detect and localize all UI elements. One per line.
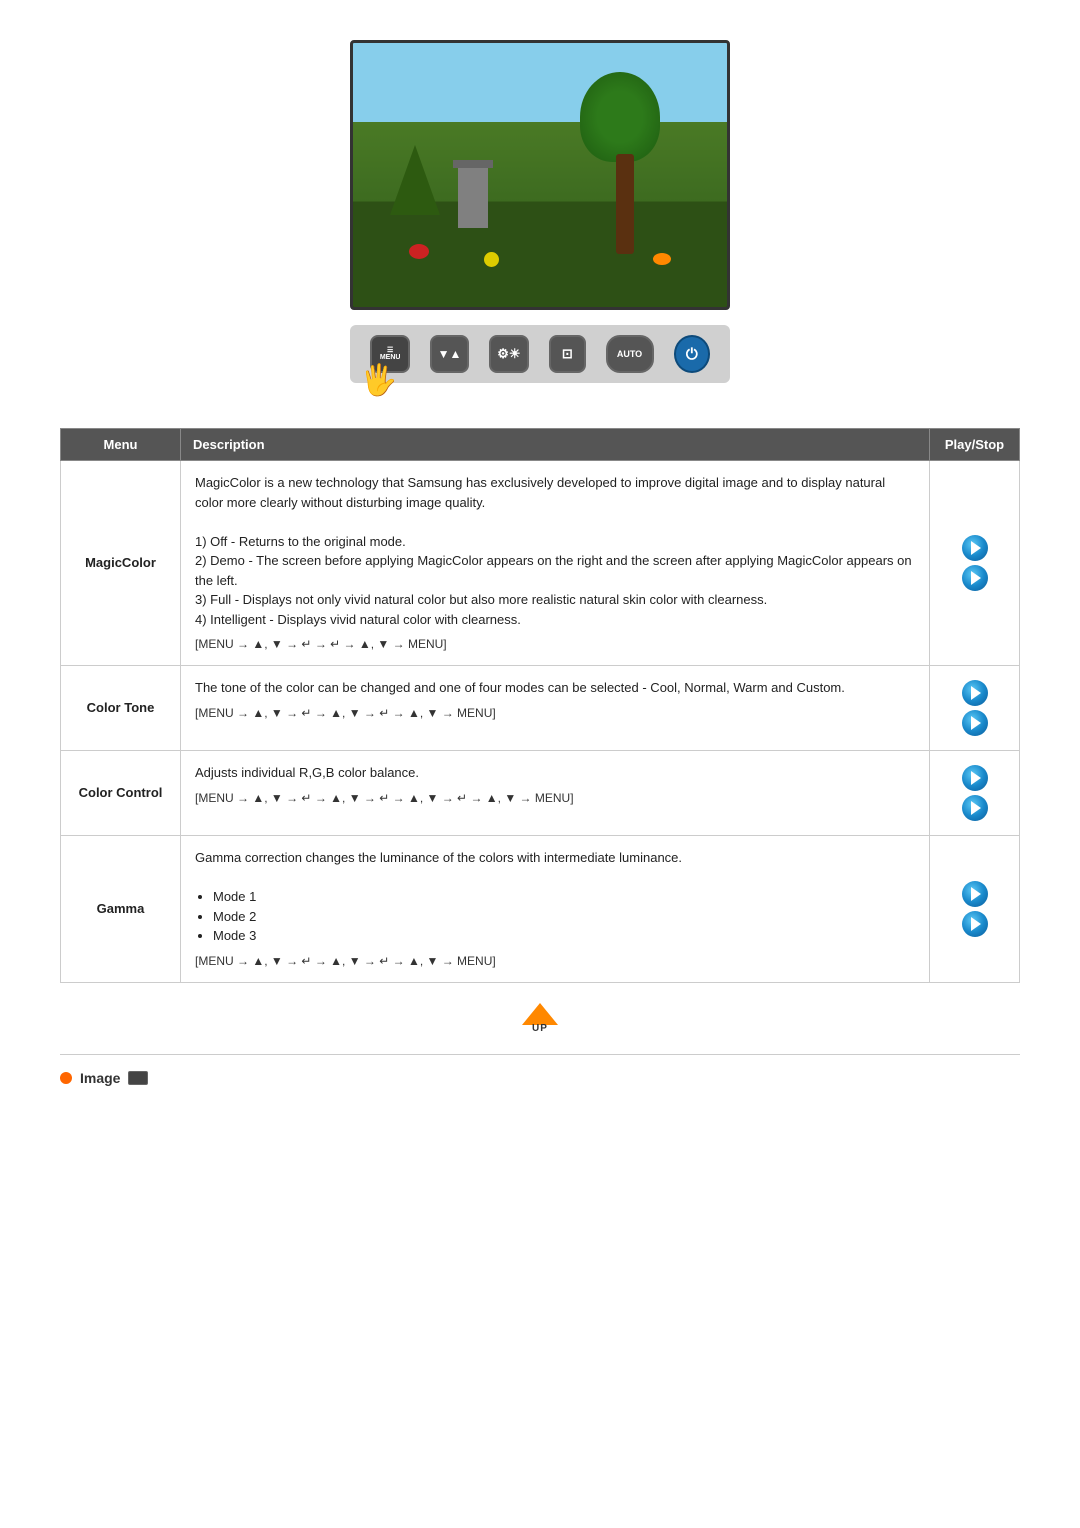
play-button-1[interactable] bbox=[962, 535, 988, 561]
desc-item-3: 4) Intelligent - Displays vivid natural … bbox=[195, 610, 915, 630]
play-button-5[interactable] bbox=[962, 765, 988, 791]
desc-intro: Gamma correction changes the luminance o… bbox=[195, 848, 915, 868]
desc-item-0: 1) Off - Returns to the original mode. bbox=[195, 532, 915, 552]
control-panel: 🖐 ☰MENU ▼▲ ⚙☀ ⊡ AUTO ⏻ bbox=[350, 325, 730, 383]
desc-intro: MagicColor is a new technology that Sams… bbox=[195, 473, 915, 512]
gamma-mode-list: Mode 1 Mode 2 Mode 3 bbox=[213, 887, 915, 946]
menu-path: [MENU → ▲, ▼ → ↵ → ▲, ▼ → ↵ → ▲, ▼ → ↵ →… bbox=[195, 789, 915, 807]
tree-foliage bbox=[580, 72, 660, 162]
image-section: Image bbox=[60, 1070, 1020, 1086]
menu-cell-magiccolor: MagicColor bbox=[61, 461, 181, 666]
info-table: Menu Description Play/Stop MagicColor Ma… bbox=[60, 428, 1020, 983]
hand-cursor-icon: 🖐 bbox=[360, 363, 397, 398]
pagoda bbox=[458, 168, 488, 228]
play-button-4[interactable] bbox=[962, 710, 988, 736]
flower-orange bbox=[653, 253, 671, 265]
bottom-divider bbox=[60, 1054, 1020, 1055]
desc-cell-colorcontrol: Adjusts individual R,G,B color balance. … bbox=[181, 751, 930, 836]
play-button-7[interactable] bbox=[962, 881, 988, 907]
up-button[interactable]: UP bbox=[522, 1003, 558, 1034]
play-button-8[interactable] bbox=[962, 911, 988, 937]
gamma-mode-1: Mode 1 bbox=[213, 887, 915, 907]
up-label: UP bbox=[532, 1023, 548, 1034]
menu-label: Color Tone bbox=[87, 700, 155, 715]
menu-label: Color Control bbox=[79, 785, 163, 800]
menu-path: [MENU → ▲, ▼ → ↵ → ▲, ▼ → ↵ → ▲, ▼ → MEN… bbox=[195, 704, 915, 722]
menu-label: MagicColor bbox=[85, 555, 156, 570]
power-button[interactable]: ⏻ bbox=[674, 335, 711, 373]
pine-tree bbox=[390, 145, 440, 215]
menu-header: Menu bbox=[61, 429, 181, 461]
image-label: Image bbox=[80, 1070, 120, 1086]
menu-cell-gamma: Gamma bbox=[61, 836, 181, 983]
desc-item-1: 2) Demo - The screen before applying Mag… bbox=[195, 551, 915, 590]
orange-dot-icon bbox=[60, 1072, 72, 1084]
table-row: Gamma Gamma correction changes the lumin… bbox=[61, 836, 1020, 983]
playstop-cell-colortone[interactable] bbox=[930, 666, 1020, 751]
input-button[interactable]: ⊡ bbox=[549, 335, 586, 373]
menu-path: [MENU → ▲, ▼ → ↵ → ▲, ▼ → ↵ → ▲, ▼ → MEN… bbox=[195, 952, 915, 970]
tree-trunk bbox=[616, 154, 634, 254]
table-row: Color Tone The tone of the color can be … bbox=[61, 666, 1020, 751]
description-header: Description bbox=[181, 429, 930, 461]
table-row: MagicColor MagicColor is a new technolog… bbox=[61, 461, 1020, 666]
up-button-section: UP bbox=[60, 1003, 1020, 1034]
magic-button[interactable]: ⚙☀ bbox=[489, 335, 529, 373]
menu-path: [MENU → ▲, ▼ → ↵ → ↵ → ▲, ▼ → MENU] bbox=[195, 635, 915, 653]
image-icon bbox=[128, 1071, 148, 1085]
page-wrapper: 🖐 ☰MENU ▼▲ ⚙☀ ⊡ AUTO ⏻ Menu bbox=[0, 0, 1080, 1126]
play-button-6[interactable] bbox=[962, 795, 988, 821]
table-row: Color Control Adjusts individual R,G,B c… bbox=[61, 751, 1020, 836]
screen-scene bbox=[353, 43, 727, 307]
monitor-frame bbox=[350, 40, 730, 310]
play-button-3[interactable] bbox=[962, 680, 988, 706]
desc-cell-magiccolor: MagicColor is a new technology that Sams… bbox=[181, 461, 930, 666]
play-button-2[interactable] bbox=[962, 565, 988, 591]
playstop-cell-gamma[interactable] bbox=[930, 836, 1020, 983]
playstop-header: Play/Stop bbox=[930, 429, 1020, 461]
gamma-mode-2: Mode 2 bbox=[213, 907, 915, 927]
playstop-cell-magiccolor[interactable] bbox=[930, 461, 1020, 666]
desc-cell-gamma: Gamma correction changes the luminance o… bbox=[181, 836, 930, 983]
menu-label: Gamma bbox=[97, 901, 145, 916]
monitor-section: 🖐 ☰MENU ▼▲ ⚙☀ ⊡ AUTO ⏻ bbox=[60, 40, 1020, 398]
gamma-mode-3: Mode 3 bbox=[213, 926, 915, 946]
playstop-cell-colorcontrol[interactable] bbox=[930, 751, 1020, 836]
auto-button[interactable]: AUTO bbox=[606, 335, 654, 373]
menu-cell-colorcontrol: Color Control bbox=[61, 751, 181, 836]
desc-item-2: 3) Full - Displays not only vivid natura… bbox=[195, 590, 915, 610]
flower-yellow bbox=[484, 252, 499, 267]
nav-button[interactable]: ▼▲ bbox=[430, 335, 468, 373]
flower-red bbox=[409, 244, 429, 259]
menu-cell-colortone: Color Tone bbox=[61, 666, 181, 751]
up-triangle-icon bbox=[522, 1003, 558, 1025]
desc-intro: The tone of the color can be changed and… bbox=[195, 678, 915, 698]
desc-intro: Adjusts individual R,G,B color balance. bbox=[195, 763, 915, 783]
desc-cell-colortone: The tone of the color can be changed and… bbox=[181, 666, 930, 751]
